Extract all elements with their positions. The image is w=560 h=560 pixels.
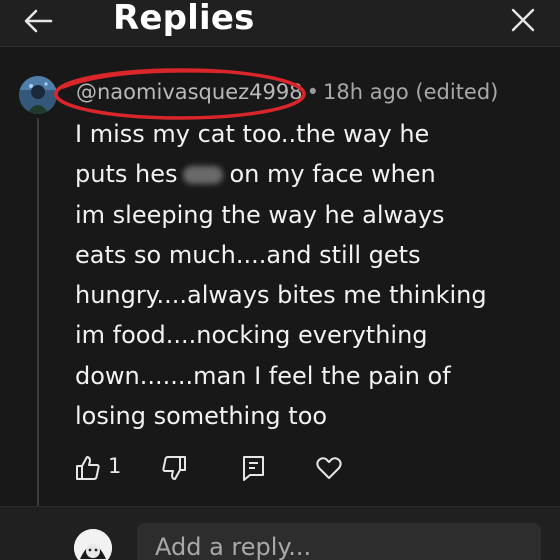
comment-line: losing something too [75,402,328,431]
comment-icon [243,456,264,481]
heart-icon [316,457,342,479]
header: Replies [0,0,560,47]
comment-line: I miss my cat too..the way he [75,120,430,148]
close-button[interactable] [505,6,541,36]
arrow-left-icon [24,9,53,33]
comment-meta: @naomivasquez4998 • 18h ago (edited) [76,80,498,108]
replies-screen: Replies @naomivasquez4998 • 18h ago (edite… [0,0,560,560]
like-count: 1 [108,454,122,478]
close-icon [511,8,535,32]
comment-text: I miss my cat too..the way he puts hes on… [75,114,545,436]
avatar[interactable] [19,76,57,114]
comment-line: puts hes on my face when [75,154,545,194]
page-title: Replies [113,0,255,38]
like-button[interactable]: 1 [75,452,131,484]
blurred-word [183,166,224,185]
reply-input[interactable] [137,523,541,560]
reply-button[interactable] [241,452,269,484]
back-button[interactable] [20,6,56,36]
thumbs-up-icon [76,456,100,480]
comment-line: eats so much....and still gets [75,240,421,269]
meta-separator: • [306,80,319,104]
thread-line [37,118,39,510]
reply-composer [0,506,560,560]
heart-button[interactable] [315,452,345,484]
comment-line: hungry....always bites me thinking [75,281,487,310]
comment-line: im sleeping the way he always [75,200,445,229]
comment-line: im food....nocking everything [75,321,428,350]
comment-line-part: puts hes [75,160,178,189]
comment-line: down.......man I feel the pain of [75,361,451,390]
dislike-button[interactable] [161,452,189,484]
thumbs-down-icon [162,456,186,480]
user-avatar [74,529,112,560]
comment-line-part: on my face when [229,160,436,189]
timestamp: 18h ago (edited) [322,80,499,104]
username[interactable]: @naomivasquez4998 [76,80,303,104]
